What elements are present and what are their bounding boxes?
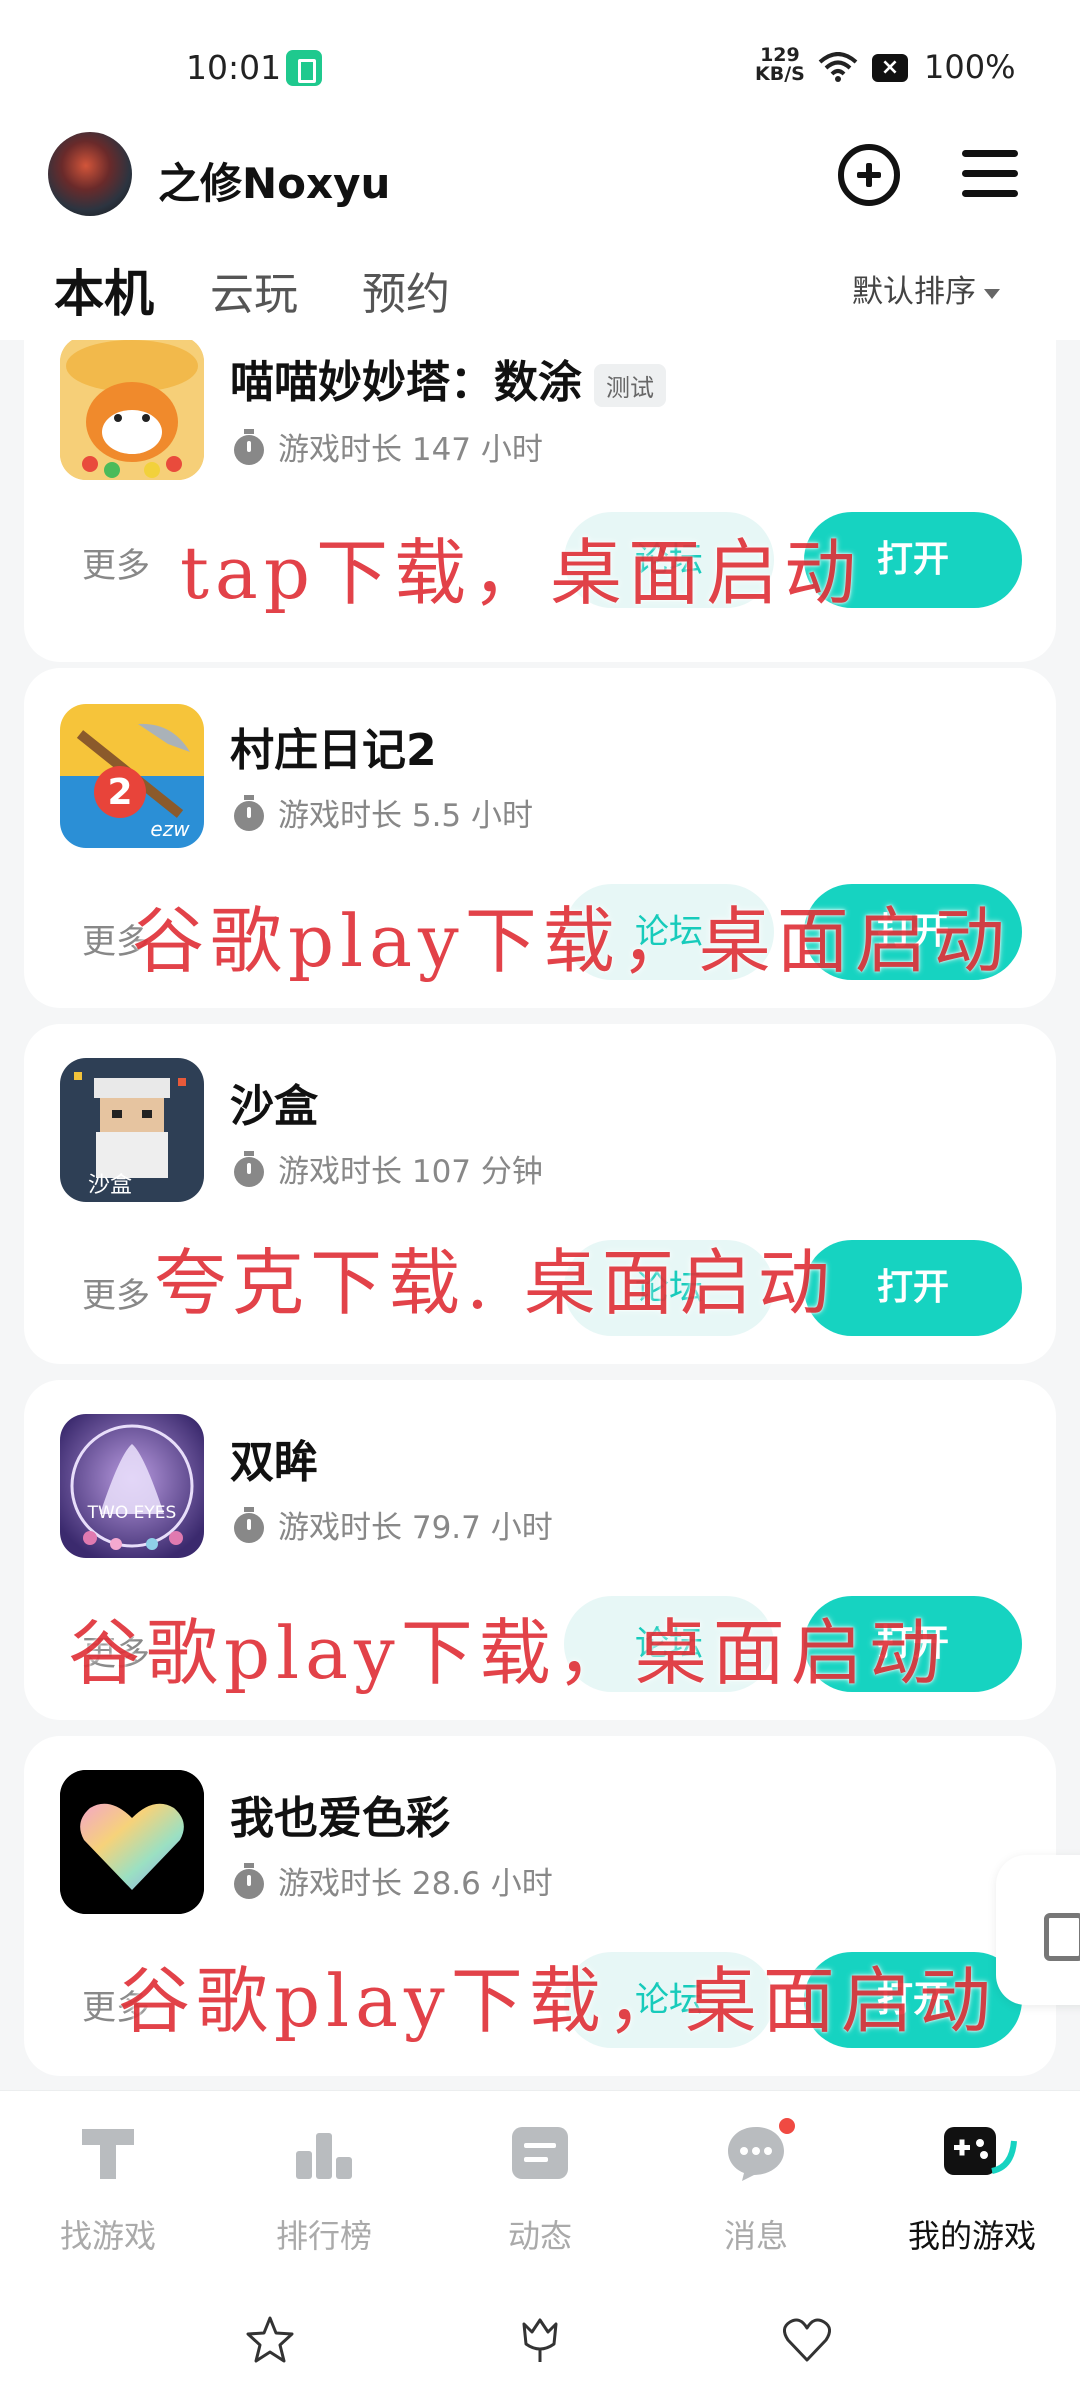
game-title-text: 喵喵妙妙塔：数涂 bbox=[230, 357, 582, 408]
wifi-icon bbox=[818, 52, 858, 82]
playtime-text: 游戏时长 107 分钟 bbox=[278, 1154, 543, 1190]
add-button[interactable] bbox=[838, 144, 900, 206]
svg-text:2: 2 bbox=[107, 772, 132, 813]
playtime-text: 游戏时长 5.5 小时 bbox=[278, 798, 534, 834]
game-title: 沙盒 bbox=[230, 1081, 318, 1132]
sandbox-icon-badge: 沙盒 bbox=[88, 1173, 132, 1198]
heart-icon[interactable] bbox=[780, 2314, 834, 2366]
game-title: 我也爱色彩 bbox=[230, 1793, 450, 1844]
header: 之修Noxyu 本机 云玩 预约 默认排序 bbox=[0, 120, 1080, 340]
playtime: 游戏时长 5.5 小时 bbox=[234, 790, 533, 835]
timer-icon bbox=[234, 1863, 264, 1899]
village-icon-badge: ezw bbox=[150, 817, 190, 841]
game-card[interactable]: TWO EYES 双眸 游戏时长 79.7 小时 更多 论坛 打开 谷歌play… bbox=[24, 1380, 1056, 1720]
timer-icon bbox=[234, 429, 264, 465]
sort-label: 默认排序 bbox=[852, 274, 976, 310]
network-speed: 129 KB/S bbox=[755, 46, 805, 84]
tab-local[interactable]: 本机 bbox=[54, 254, 154, 326]
timer-icon bbox=[234, 795, 264, 831]
orange-cat-icon[interactable] bbox=[60, 340, 204, 480]
playtime: 游戏时长 107 分钟 bbox=[234, 1146, 543, 1191]
nav-my-games[interactable]: 我的游戏 bbox=[864, 2121, 1080, 2257]
sim-card-icon bbox=[286, 50, 322, 86]
open-button[interactable]: 打开 bbox=[804, 1240, 1022, 1336]
test-tag: 测试 bbox=[594, 363, 666, 407]
nav-label: 我的游戏 bbox=[907, 2217, 1036, 2255]
overlay-annotation: 谷歌play下载，桌面启动 bbox=[118, 1959, 997, 2043]
sort-dropdown[interactable]: 默认排序 bbox=[852, 266, 1000, 311]
color-heart-icon[interactable] bbox=[60, 1770, 204, 1914]
playtime: 游戏时长 147 小时 bbox=[234, 424, 543, 469]
overlay-annotation: 谷歌play下载，桌面启动 bbox=[68, 1611, 947, 1695]
nav-label: 消息 bbox=[723, 2217, 788, 2255]
battery-level: 100% bbox=[924, 48, 1016, 86]
playtime-text: 游戏时长 79.7 小时 bbox=[278, 1510, 553, 1546]
wheat-hammer-icon[interactable]: 2 ezw bbox=[60, 704, 204, 848]
tulip-icon[interactable] bbox=[514, 2314, 566, 2366]
playtime-text: 游戏时长 28.6 小时 bbox=[278, 1866, 553, 1902]
playtime: 游戏时长 79.7 小时 bbox=[234, 1502, 553, 1547]
pixel-old-man-icon[interactable]: 沙盒 bbox=[60, 1058, 204, 1202]
more-button[interactable]: 更多 bbox=[82, 538, 150, 587]
no-sim-icon: × bbox=[872, 54, 908, 82]
overlay-annotation: 夸克下载. 桌面启动 bbox=[154, 1241, 836, 1325]
game-card[interactable]: 2 ezw 村庄日记2 游戏时长 5.5 小时 更多 论坛 打开 谷歌play下… bbox=[24, 668, 1056, 1008]
nav-ranking[interactable]: 排行榜 bbox=[216, 2121, 432, 2257]
nav-find-game[interactable]: 找游戏 bbox=[0, 2121, 216, 2257]
bottom-nav: 找游戏 排行榜 动态 消息 我的游戏 bbox=[0, 2090, 1080, 2290]
star-icon[interactable] bbox=[244, 2314, 296, 2366]
tab-reservation[interactable]: 预约 bbox=[362, 258, 450, 322]
playtime: 游戏时长 28.6 小时 bbox=[234, 1858, 553, 1903]
two-eyes-icon-badge: TWO EYES bbox=[87, 1503, 177, 1523]
nav-label: 排行榜 bbox=[275, 2217, 372, 2255]
system-nav-bar bbox=[0, 2290, 1080, 2400]
game-title: 喵喵妙妙塔：数涂 测试 bbox=[230, 346, 666, 410]
nav-label: 动态 bbox=[507, 2217, 572, 2255]
menu-icon bbox=[962, 150, 1018, 157]
two-eyes-icon[interactable]: TWO EYES bbox=[60, 1414, 204, 1558]
notification-dot bbox=[776, 2115, 798, 2137]
nav-message[interactable]: 消息 bbox=[648, 2115, 864, 2257]
overlay-annotation: 谷歌play下载，桌面启动 bbox=[132, 899, 1011, 983]
nav-feed[interactable]: 动态 bbox=[432, 2121, 648, 2257]
game-title: 双眸 bbox=[230, 1437, 318, 1488]
more-button[interactable]: 更多 bbox=[82, 1268, 150, 1317]
find-game-icon bbox=[76, 2121, 140, 2185]
username[interactable]: 之修Noxyu bbox=[158, 150, 390, 211]
game-title: 村庄日记2 bbox=[230, 725, 437, 776]
tab-bar: 本机 云玩 预约 默认排序 bbox=[0, 254, 1080, 340]
game-card[interactable]: 沙盒 沙盒 游戏时长 107 分钟 更多 论坛 打开 夸克下载. 桌面启动 bbox=[24, 1024, 1056, 1364]
menu-button[interactable] bbox=[962, 148, 1018, 200]
timer-icon bbox=[234, 1151, 264, 1187]
tab-cloud-play[interactable]: 云玩 bbox=[210, 258, 298, 322]
status-bar: 10:01 129 KB/S × 100% bbox=[0, 0, 1080, 120]
overlay-annotation: tap下载，桌面启动 bbox=[180, 531, 862, 615]
message-icon bbox=[724, 2115, 798, 2185]
game-list: 喵喵妙妙塔：数涂 测试 游戏时长 147 小时 更多 论坛 打开 tap下载，桌面… bbox=[0, 340, 1080, 2090]
game-card[interactable]: 喵喵妙妙塔：数涂 测试 游戏时长 147 小时 更多 论坛 打开 tap下载，桌面… bbox=[24, 340, 1056, 662]
ranking-icon bbox=[292, 2121, 356, 2185]
status-time: 10:01 bbox=[186, 48, 282, 87]
my-games-icon bbox=[940, 2121, 1017, 2185]
floating-download-widget[interactable] bbox=[996, 1855, 1080, 2005]
feed-icon bbox=[508, 2121, 572, 2185]
timer-icon bbox=[234, 1507, 264, 1543]
network-speed-unit: KB/S bbox=[755, 63, 805, 85]
nav-label: 找游戏 bbox=[59, 2217, 156, 2255]
game-card[interactable]: 我也爱色彩 游戏时长 28.6 小时 更多 论坛 打开 谷歌play下载，桌面启… bbox=[24, 1736, 1056, 2076]
playtime-text: 游戏时长 147 小时 bbox=[278, 432, 543, 468]
caret-down-icon bbox=[984, 288, 1000, 299]
avatar[interactable] bbox=[48, 132, 132, 216]
